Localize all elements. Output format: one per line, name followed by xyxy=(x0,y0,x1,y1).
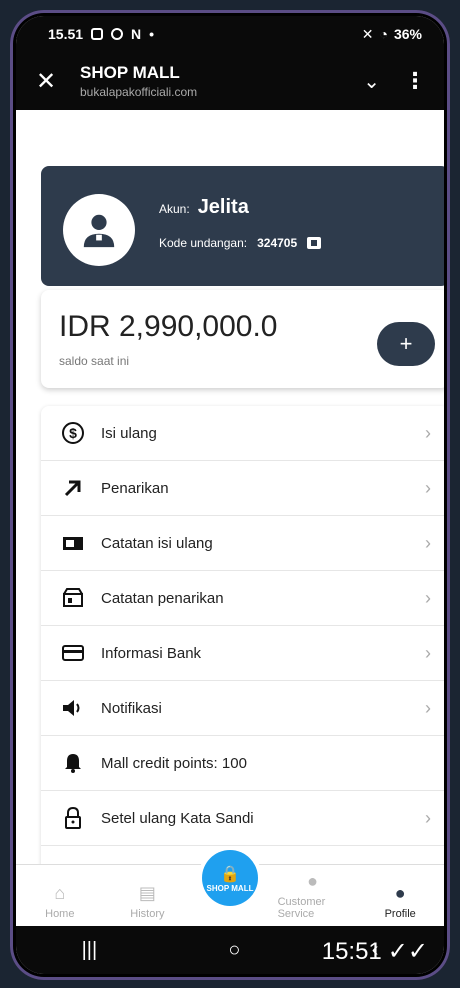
menu-item-catatan-isi-ulang[interactable]: Catatan isi ulang › xyxy=(41,516,444,571)
overlay-time-text: 15:51 xyxy=(321,937,382,965)
dollar-circle-icon: $ xyxy=(59,419,87,447)
nav-customer-label: Customer Service xyxy=(277,896,326,920)
balance-subtitle: saldo saat ini xyxy=(59,354,130,368)
money-note-icon xyxy=(59,529,87,557)
menu-label: Informasi Bank xyxy=(101,644,202,662)
menu-label: Penarikan xyxy=(101,479,169,497)
app-bar: ✕ SHOP MALL bukalapakofficiali.com ⌄ ⋮ xyxy=(16,52,444,110)
shopping-bag-icon: 🔒 xyxy=(220,865,240,883)
nav-history[interactable]: ▤ History xyxy=(112,883,182,920)
nav-home[interactable]: ⌂ Home xyxy=(25,883,95,920)
credit-card-icon xyxy=(59,639,87,667)
chevron-down-icon[interactable]: ⌄ xyxy=(363,69,380,94)
chevron-right-icon: › xyxy=(425,697,431,718)
battery-text: 36% xyxy=(393,26,422,42)
svg-text:$: $ xyxy=(69,425,77,441)
status-bar: 15.51 N • ✕ ◔ 36% xyxy=(16,16,444,52)
chevron-right-icon: › xyxy=(425,807,431,828)
profile-icon: ● xyxy=(394,883,406,903)
shop-mall-button[interactable]: 🔒 SHOP MALL xyxy=(202,850,258,906)
dot-icon: • xyxy=(149,26,155,42)
overlay-time: 15:51 ✓✓ xyxy=(322,937,428,966)
nav-profile[interactable]: ● Profile xyxy=(365,883,435,920)
menu-item-isi-ulang[interactable]: $ Isi ulang › xyxy=(41,406,444,461)
arrow-up-right-icon xyxy=(59,474,87,502)
menu-label: Mall credit points: 100 xyxy=(101,754,247,772)
chat-icon: ● xyxy=(307,871,319,891)
add-balance-button[interactable]: + xyxy=(377,322,435,366)
history-icon: ▤ xyxy=(138,883,156,903)
menu-list: $ Isi ulang › Penarikan › Catatan isi ul… xyxy=(41,406,444,901)
balance-amount: IDR 2,990,000.0 xyxy=(59,310,278,343)
lock-icon xyxy=(59,804,87,832)
account-name: Jelita xyxy=(197,196,249,218)
n-icon: N xyxy=(131,26,142,42)
menu-label: Catatan isi ulang xyxy=(101,534,213,552)
main-content: Akun: Jelita Kode undangan: 324705 IDR 2… xyxy=(16,110,444,901)
nav-home-label: Home xyxy=(45,908,75,920)
menu-label: Isi ulang xyxy=(101,424,157,442)
home-icon: ⌂ xyxy=(54,883,66,903)
app-title: SHOP MALL xyxy=(80,63,180,82)
menu-item-penarikan[interactable]: Penarikan › xyxy=(41,461,444,516)
store-icon xyxy=(59,584,87,612)
speaker-icon xyxy=(59,694,87,722)
chevron-right-icon: › xyxy=(425,422,431,443)
whatsapp-icon xyxy=(111,28,124,40)
phone-frame: 15.51 N • ✕ ◔ 36% ✕ SHOP MALL bukalapako… xyxy=(10,10,450,980)
recent-apps-icon[interactable]: ||| xyxy=(82,939,98,962)
menu-label: Catatan penarikan xyxy=(101,589,224,607)
nav-history-label: History xyxy=(130,908,165,920)
menu-item-catatan-penarikan[interactable]: Catatan penarikan › xyxy=(41,571,444,626)
nav-customer-service[interactable]: ● Customer Service xyxy=(278,871,348,920)
more-icon[interactable]: ⋮ xyxy=(404,68,426,94)
menu-label: Notifikasi xyxy=(101,699,162,717)
status-time: 15.51 xyxy=(48,26,84,42)
user-icon xyxy=(83,214,115,248)
chevron-right-icon: › xyxy=(425,642,431,663)
avatar xyxy=(63,194,135,266)
bottom-nav: ⌂ Home ▤ History ● Customer Service ● Pr… xyxy=(16,850,444,926)
wifi-icon: ◔ xyxy=(379,26,388,42)
menu-item-notifikasi[interactable]: Notifikasi › xyxy=(41,681,444,736)
invite-label: Kode undangan: xyxy=(159,236,248,250)
copy-icon[interactable] xyxy=(307,237,322,249)
menu-item-informasi-bank[interactable]: Informasi Bank › xyxy=(41,626,444,681)
mute-icon: ✕ xyxy=(361,25,374,42)
shop-mall-label: SHOP MALL xyxy=(206,883,254,893)
chevron-right-icon: › xyxy=(425,587,431,608)
menu-item-reset-password[interactable]: Setel ulang Kata Sandi › xyxy=(41,791,444,846)
app-url: bukalapakofficiali.com xyxy=(80,85,198,99)
gallery-icon xyxy=(91,28,104,40)
invite-code: 324705 xyxy=(257,236,298,250)
profile-card: Akun: Jelita Kode undangan: 324705 xyxy=(41,166,444,286)
screen: 15.51 N • ✕ ◔ 36% ✕ SHOP MALL bukalapako… xyxy=(16,16,444,974)
menu-item-mall-credit-points: Mall credit points: 100 xyxy=(41,736,444,791)
menu-label: Setel ulang Kata Sandi xyxy=(101,809,254,827)
chevron-right-icon: › xyxy=(425,532,431,553)
double-check-icon: ✓✓ xyxy=(387,938,428,965)
chevron-right-icon: › xyxy=(425,477,431,498)
home-button-icon[interactable]: ○ xyxy=(228,939,240,962)
balance-card: IDR 2,990,000.0 saldo saat ini + xyxy=(41,290,444,388)
close-icon[interactable]: ✕ xyxy=(36,67,64,96)
nav-profile-label: Profile xyxy=(384,908,416,920)
account-label: Akun: xyxy=(159,202,190,216)
bell-icon xyxy=(59,749,87,777)
